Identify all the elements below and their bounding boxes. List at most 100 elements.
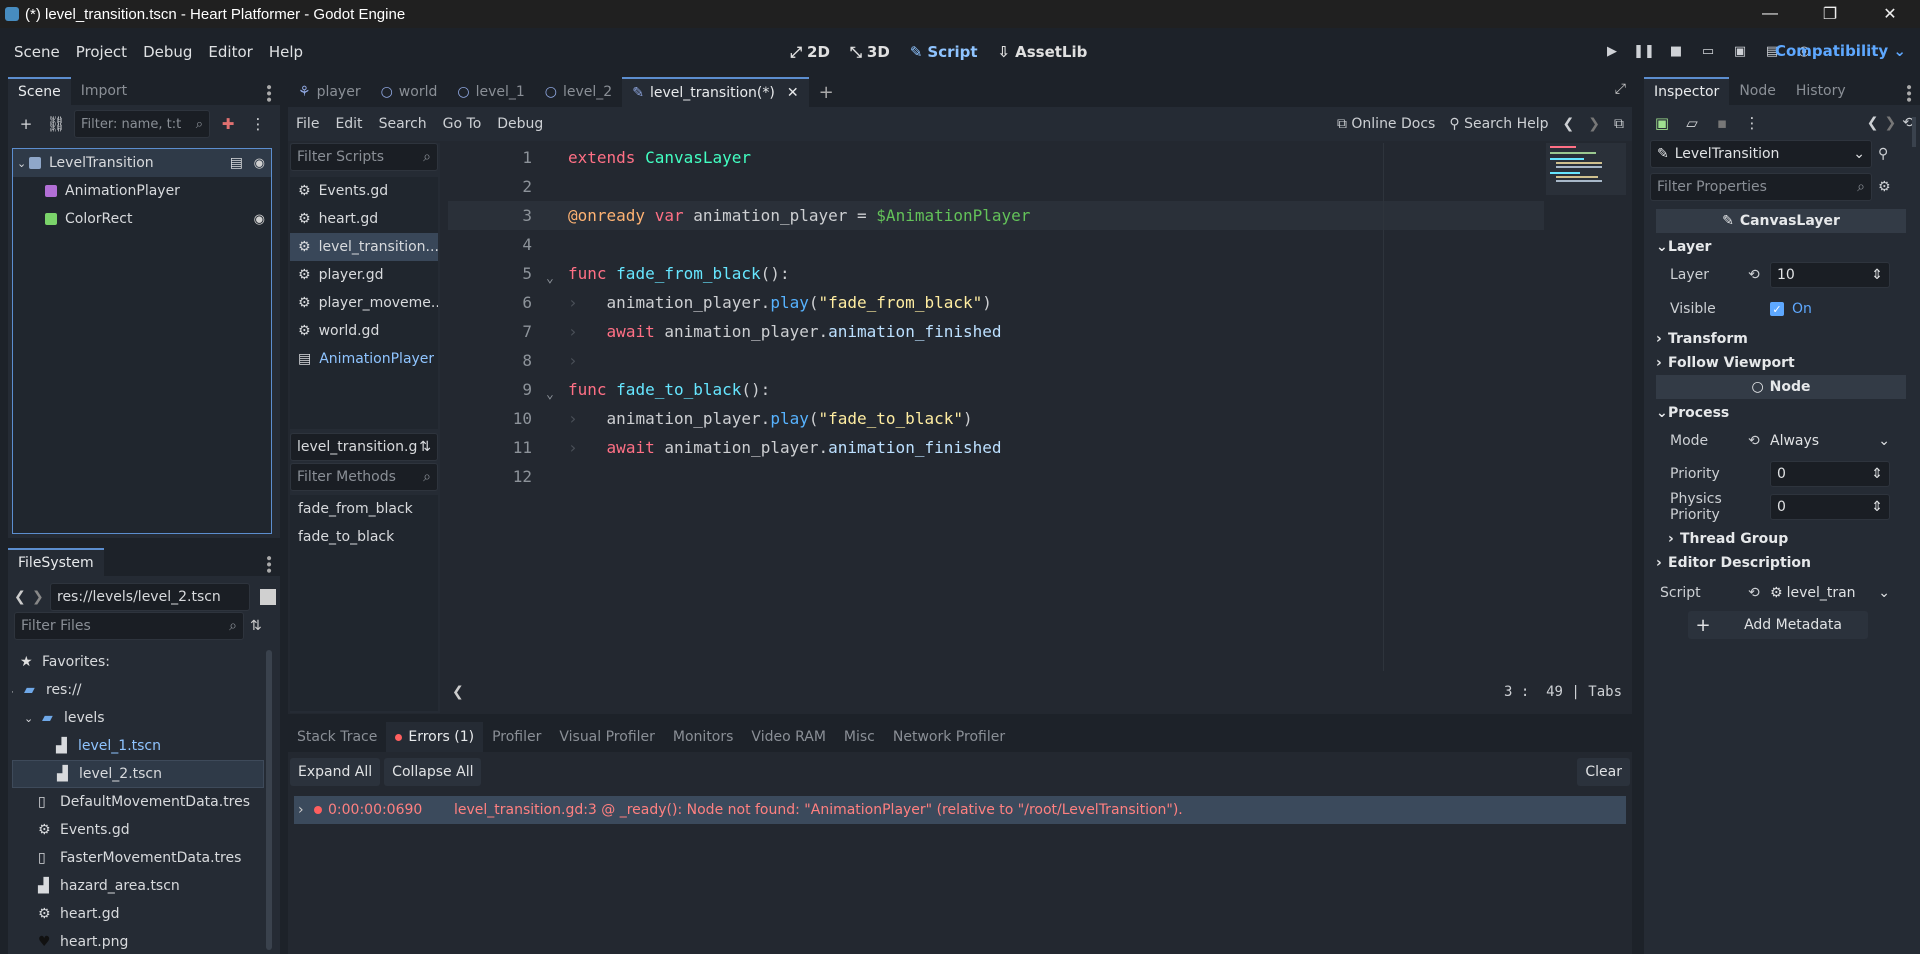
- section-follow-viewport[interactable]: › Follow Viewport: [1656, 351, 1906, 375]
- file-item[interactable]: ★ Favorites:: [12, 648, 264, 676]
- toggle-scripts-panel-icon[interactable]: ❮: [452, 684, 464, 700]
- mode-dropdown[interactable]: Always ⌄: [1770, 433, 1890, 449]
- script-attached-icon[interactable]: ▤: [230, 155, 243, 171]
- file-item[interactable]: ▯ FasterMovementData.tres: [12, 844, 264, 872]
- object-selector[interactable]: ✎ LevelTransition ⌄: [1650, 140, 1872, 168]
- distraction-free-icon[interactable]: ⤢: [1615, 81, 1626, 97]
- clear-button[interactable]: Clear: [1577, 758, 1630, 786]
- path-field[interactable]: res://levels/level_2.tscn: [50, 583, 250, 611]
- mode-2d-button[interactable]: ⤢ 2D: [790, 43, 830, 61]
- file-item[interactable]: ▯ DefaultMovementData.tres: [12, 788, 264, 816]
- script-menu-goto[interactable]: Go To: [435, 116, 490, 132]
- close-tab-icon[interactable]: ✕: [787, 85, 799, 101]
- save-icon[interactable]: ▪: [1710, 111, 1734, 135]
- debugger-tab-5[interactable]: Video RAM: [742, 729, 835, 745]
- renderer-select[interactable]: Compatibility ⌄: [1775, 42, 1906, 60]
- toggle-split-icon[interactable]: [260, 589, 276, 605]
- tree-node-leveltransition[interactable]: ⌄ LevelTransition ▤ ◉: [13, 149, 271, 177]
- tab-scene[interactable]: Scene: [8, 77, 71, 105]
- revert-icon[interactable]: ⟲: [1748, 585, 1770, 601]
- pause-icon[interactable]: ❚❚: [1628, 44, 1660, 59]
- menu-project[interactable]: Project: [68, 43, 135, 61]
- editor-tab-4[interactable]: ✎ level_transition(*) ✕: [622, 77, 809, 107]
- file-item[interactable]: ▟ level_2.tscn: [12, 760, 264, 788]
- script-filter-input[interactable]: Filter Scripts ⌕: [290, 143, 438, 171]
- expand-all-button[interactable]: Expand All: [290, 758, 381, 786]
- debugger-tab-3[interactable]: Visual Profiler: [550, 729, 664, 745]
- menu-debug[interactable]: Debug: [135, 43, 200, 61]
- link-icon[interactable]: ⛓: [44, 112, 68, 136]
- method-item[interactable]: fade_to_black: [290, 523, 438, 551]
- new-resource-icon[interactable]: ▣: [1650, 111, 1674, 135]
- section-editor-description[interactable]: › Editor Description: [1656, 551, 1906, 575]
- property-filter-input[interactable]: Filter Properties ⌕: [1650, 173, 1872, 201]
- tab-node[interactable]: Node: [1729, 77, 1786, 105]
- forward-icon[interactable]: ❯: [32, 589, 46, 605]
- current-script-field[interactable]: level_transition.g ⇅: [290, 433, 438, 461]
- script-list-item[interactable]: ⚙ player_moveme...: [290, 289, 438, 317]
- scrollbar[interactable]: [1912, 117, 1916, 147]
- maximize-button[interactable]: ❐: [1800, 0, 1860, 28]
- menu-editor[interactable]: Editor: [200, 43, 260, 61]
- visibility-eye-icon[interactable]: ◉: [254, 156, 265, 171]
- editor-tab-0[interactable]: ⚘ player: [288, 77, 371, 107]
- section-process[interactable]: ⌄ Process: [1656, 401, 1906, 425]
- method-item[interactable]: fade_from_black: [290, 495, 438, 523]
- method-filter-input[interactable]: Filter Methods ⌕: [290, 463, 438, 491]
- chevron-down-icon[interactable]: ⌄: [17, 157, 29, 170]
- add-metadata-button[interactable]: + Add Metadata: [1688, 611, 1868, 639]
- file-item[interactable]: ♥ heart.png: [12, 928, 264, 954]
- chevron-right-icon[interactable]: ›: [298, 802, 312, 818]
- visible-checkbox[interactable]: ✓: [1770, 302, 1784, 316]
- code-editor[interactable]: 1 2 3 4 5 6 7 8 9 10 11 12 ⌄ ⌄ extends CanvasLayer …: [448, 143, 1628, 671]
- script-menu-search[interactable]: Search: [371, 116, 435, 132]
- open-folder-icon[interactable]: ▱: [1680, 111, 1704, 135]
- kebab-menu-icon[interactable]: ⋮: [1740, 111, 1764, 135]
- file-item[interactable]: ▟ hazard_area.tscn: [12, 872, 264, 900]
- history-back-icon[interactable]: ❮: [1867, 115, 1879, 131]
- close-window-button[interactable]: ✕: [1860, 0, 1920, 28]
- error-row[interactable]: › 0:00:00:0690 level_transition.gd:3 @ _…: [294, 796, 1626, 824]
- layer-spinbox[interactable]: 10 ⇕: [1770, 262, 1890, 288]
- debugger-tab-7[interactable]: Network Profiler: [884, 729, 1014, 745]
- file-filter-input[interactable]: Filter Files ⌕: [14, 612, 244, 640]
- debugger-tab-2[interactable]: Profiler: [483, 729, 550, 745]
- mode-3d-button[interactable]: ⤡ 3D: [850, 43, 890, 61]
- debugger-tab-1[interactable]: Errors (1): [386, 722, 484, 752]
- chevron-down-icon[interactable]: ⌄: [12, 684, 16, 697]
- visibility-eye-icon[interactable]: ◉: [254, 212, 265, 227]
- tab-import[interactable]: Import: [71, 77, 137, 105]
- file-item[interactable]: ⌄▰res://: [12, 676, 264, 704]
- script-menu-debug[interactable]: Debug: [489, 116, 551, 132]
- mode-script-button[interactable]: ✎ Script: [910, 43, 978, 61]
- minimize-button[interactable]: —: [1740, 0, 1800, 28]
- debugger-tab-4[interactable]: Monitors: [664, 729, 743, 745]
- revert-icon[interactable]: ⟲: [1748, 433, 1770, 449]
- mode-assetlib-button[interactable]: ⇩ AssetLib: [998, 43, 1088, 61]
- file-item[interactable]: ⚙ heart.gd: [12, 900, 264, 928]
- priority-spinbox[interactable]: 0 ⇕: [1770, 461, 1890, 487]
- history-forward-icon[interactable]: ❯: [1885, 115, 1897, 131]
- dock-menu-icon[interactable]: •••: [260, 83, 276, 102]
- file-item[interactable]: ⌄ ▰ levels: [12, 704, 264, 732]
- spin-arrows-icon[interactable]: ⇕: [1871, 499, 1883, 515]
- tree-node-animationplayer[interactable]: AnimationPlayer: [13, 177, 271, 205]
- kebab-menu-icon[interactable]: ⋮: [246, 112, 270, 136]
- script-list-item[interactable]: ⚙ level_transition....: [290, 233, 438, 261]
- collapse-all-button[interactable]: Collapse All: [384, 758, 482, 786]
- script-menu-file[interactable]: File: [288, 116, 327, 132]
- open-docs-icon[interactable]: ⚲: [1878, 146, 1888, 162]
- remote-debug-icon[interactable]: ▭: [1692, 44, 1724, 59]
- script-resource-picker[interactable]: ⚙ level_tran ⌄: [1770, 585, 1890, 601]
- tree-node-colorrect[interactable]: ColorRect ◉: [13, 205, 271, 233]
- sort-icon[interactable]: ⇅: [419, 439, 431, 455]
- script-list-item[interactable]: ⚙ player.gd: [290, 261, 438, 289]
- search-help-button[interactable]: ⚲ Search Help: [1449, 116, 1548, 132]
- online-docs-link[interactable]: ⧉ Online Docs: [1337, 116, 1435, 132]
- add-node-icon[interactable]: +: [14, 112, 38, 136]
- script-menu-edit[interactable]: Edit: [327, 116, 370, 132]
- editor-tab-1[interactable]: ○ world: [371, 77, 448, 107]
- editor-tab-2[interactable]: ○ level_1: [447, 77, 534, 107]
- spin-arrows-icon[interactable]: ⇕: [1871, 466, 1883, 482]
- debugger-tab-0[interactable]: Stack Trace: [288, 729, 386, 745]
